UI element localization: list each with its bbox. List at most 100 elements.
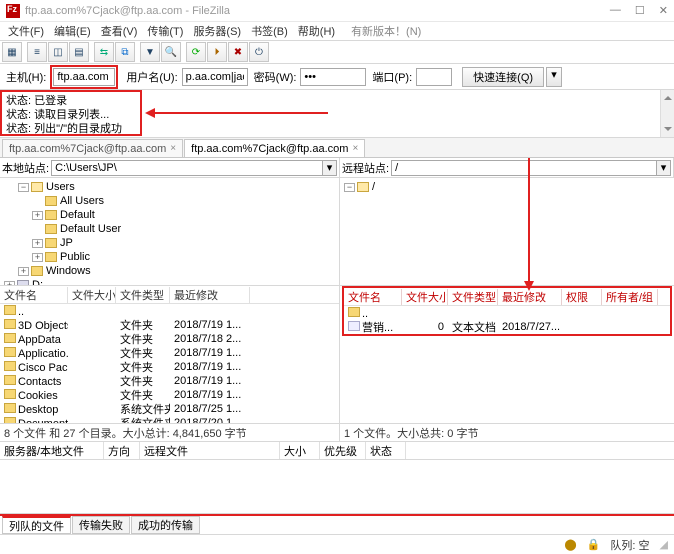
pass-label: 密码(W): [254, 69, 297, 85]
toggle-queue-button[interactable]: ▤ [69, 42, 89, 62]
tab-close-icon[interactable]: × [170, 143, 176, 154]
window-title: ftp.aa.com%7Cjack@ftp.aa.com - FileZilla [25, 5, 610, 17]
col-name[interactable]: 文件名 [344, 289, 402, 305]
list-status-bars: 8 个文件 和 27 个目录。大小总计: 4,841,650 字节 1 个文件。… [0, 424, 674, 442]
conn-tab-2[interactable]: ftp.aa.com%7Cjack@ftp.aa.com× [184, 139, 365, 157]
remote-site-label: 远程站点: [342, 160, 389, 176]
local-tree[interactable]: −Users All Users +Default Default User +… [0, 178, 340, 285]
tab-close-icon[interactable]: × [352, 143, 358, 154]
menu-transfer[interactable]: 传输(T) [143, 23, 187, 39]
pass-input[interactable] [300, 68, 366, 86]
cancel-button[interactable]: ✖ [228, 42, 248, 62]
menu-server[interactable]: 服务器(S) [189, 23, 245, 39]
col-size[interactable]: 文件大小 [402, 289, 448, 305]
grip-icon: ◢ [660, 538, 668, 551]
qcol-prio[interactable]: 优先级 [320, 442, 366, 459]
local-site-input[interactable] [51, 160, 323, 176]
remote-file-list[interactable]: 文件名 文件大小 文件类型 最近修改 权限 所有者/组 营销...0文本文档20… [340, 286, 674, 423]
status-line-2: 读取目录列表... [34, 109, 109, 121]
list-item[interactable]: Cisco Pack...文件夹2018/7/19 1... [0, 360, 339, 374]
queue-area[interactable] [0, 460, 674, 514]
menu-new-version[interactable]: 有新版本！(N) [347, 23, 425, 39]
local-site-label: 本地站点: [2, 160, 49, 176]
col-date[interactable]: 最近修改 [170, 287, 250, 303]
process-queue-button[interactable]: ⏵ [207, 42, 227, 62]
list-item[interactable]: Applicatio...文件夹2018/7/19 1... [0, 346, 339, 360]
parent-dir-row[interactable] [0, 304, 339, 318]
remote-site-dropdown[interactable]: ▾ [657, 160, 671, 176]
col-name[interactable]: 文件名 [0, 287, 68, 303]
quick-connect-dropdown[interactable]: ▾ [546, 67, 562, 87]
list-item[interactable]: Cookies文件夹2018/7/19 1... [0, 388, 339, 402]
transfer-icon: ⬤ [564, 538, 576, 551]
remote-site-input[interactable] [391, 160, 657, 176]
status-bar: ⬤ 🔒 队列: 空 ◢ [0, 534, 674, 554]
search-button[interactable]: 🔍 [161, 42, 181, 62]
col-size[interactable]: 文件大小 [68, 287, 116, 303]
sitemanager-button[interactable]: ▦ [2, 42, 22, 62]
parent-dir-row[interactable] [344, 306, 670, 320]
qcol-size[interactable]: 大小 [280, 442, 320, 459]
close-button[interactable]: ✕ [659, 4, 668, 17]
col-owner[interactable]: 所有者/组 [602, 289, 658, 305]
local-status: 8 个文件 和 27 个目录。大小总计: 4,841,650 字节 [0, 424, 340, 441]
menu-help[interactable]: 帮助(H) [294, 23, 339, 39]
col-type[interactable]: 文件类型 [448, 289, 498, 305]
qcol-server[interactable]: 服务器/本地文件 [0, 442, 104, 459]
site-bars: 本地站点: ▾ 远程站点: ▾ [0, 158, 674, 178]
toolbar: ▦ ≡ ◫ ▤ ⇆ ⧉ ▼ 🔍 ⟳ ⏵ ✖ ⏻ [0, 40, 674, 64]
disconnect-button[interactable]: ⏻ [249, 42, 269, 62]
queue-status: 队列: 空 [610, 537, 649, 553]
col-perm[interactable]: 权限 [562, 289, 602, 305]
annotation-redline [0, 514, 674, 516]
queue-tab-failed[interactable]: 传输失败 [72, 516, 130, 534]
user-label: 用户名(U): [126, 69, 177, 85]
list-item[interactable]: Contacts文件夹2018/7/19 1... [0, 374, 339, 388]
menu-file[interactable]: 文件(F) [4, 23, 48, 39]
refresh-button[interactable]: ⟳ [186, 42, 206, 62]
host-input[interactable] [53, 68, 115, 86]
status-log: 状态: 已登录 状态: 读取目录列表... 状态: 列出"/"的目录成功 [0, 90, 674, 138]
status-scrollbar[interactable] [660, 90, 674, 137]
status-highlight: 状态: 已登录 状态: 读取目录列表... 状态: 列出"/"的目录成功 [0, 90, 142, 136]
status-line-3: 列出"/"的目录成功 [34, 123, 122, 135]
conn-tab-1[interactable]: ftp.aa.com%7Cjack@ftp.aa.com× [2, 139, 183, 157]
lock-icon: 🔒 [587, 538, 601, 551]
sync-browse-button[interactable]: ⇆ [94, 42, 114, 62]
maximize-button[interactable]: ☐ [635, 4, 645, 17]
filter-button[interactable]: ▼ [140, 42, 160, 62]
list-item[interactable]: Documents系统文件夹2018/7/20 1... [0, 416, 339, 423]
title-bar: ftp.aa.com%7Cjack@ftp.aa.com - FileZilla… [0, 0, 674, 22]
list-item[interactable]: AppData文件夹2018/7/18 2... [0, 332, 339, 346]
connection-tabs: ftp.aa.com%7Cjack@ftp.aa.com× ftp.aa.com… [0, 138, 674, 158]
list-item[interactable]: 3D Objects文件夹2018/7/19 1... [0, 318, 339, 332]
local-site-dropdown[interactable]: ▾ [323, 160, 337, 176]
quick-connect-bar: 主机(H): 用户名(U): 密码(W): 端口(P): 快速连接(Q) ▾ [0, 64, 674, 90]
minimize-button[interactable]: — [610, 4, 621, 17]
qcol-dir[interactable]: 方向 [104, 442, 140, 459]
toggle-tree-button[interactable]: ◫ [48, 42, 68, 62]
queue-tab-success[interactable]: 成功的传输 [131, 516, 200, 534]
menu-bar: 文件(F) 编辑(E) 查看(V) 传输(T) 服务器(S) 书签(B) 帮助(… [0, 22, 674, 40]
user-input[interactable] [182, 68, 248, 86]
list-item[interactable]: Desktop系统文件夹2018/7/25 1... [0, 402, 339, 416]
quick-connect-button[interactable]: 快速连接(Q) [462, 67, 544, 87]
remote-tree[interactable]: −/ [340, 178, 674, 285]
tree-panes: −Users All Users +Default Default User +… [0, 178, 674, 286]
remote-status: 1 个文件。大小总共: 0 字节 [340, 424, 674, 441]
menu-bookmarks[interactable]: 书签(B) [247, 23, 292, 39]
queue-header: 服务器/本地文件 方向 远程文件 大小 优先级 状态 [0, 442, 674, 460]
local-file-list[interactable]: 文件名 文件大小 文件类型 最近修改 3D Objects文件夹2018/7/1… [0, 286, 340, 423]
toggle-log-button[interactable]: ≡ [27, 42, 47, 62]
menu-view[interactable]: 查看(V) [97, 23, 142, 39]
qcol-remote[interactable]: 远程文件 [140, 442, 280, 459]
compare-button[interactable]: ⧉ [115, 42, 135, 62]
col-type[interactable]: 文件类型 [116, 287, 170, 303]
qcol-status[interactable]: 状态 [366, 442, 406, 459]
app-logo-icon [6, 4, 20, 18]
menu-edit[interactable]: 编辑(E) [50, 23, 95, 39]
queue-tabs: 列队的文件 传输失败 成功的传输 [0, 514, 674, 534]
queue-tab-queued[interactable]: 列队的文件 [2, 516, 71, 534]
port-input[interactable] [416, 68, 452, 86]
list-item[interactable]: 营销...0文本文档2018/7/27... [344, 320, 670, 334]
